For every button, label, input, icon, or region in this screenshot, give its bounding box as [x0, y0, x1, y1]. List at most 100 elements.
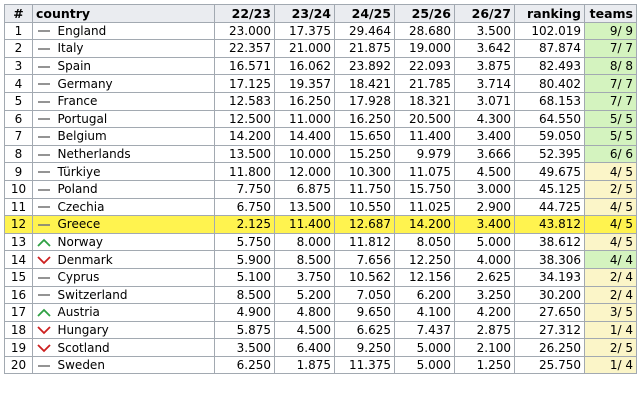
- row-season-26-27: 2.900: [454, 197, 515, 217]
- header-season-26-27[interactable]: 26/27: [454, 4, 515, 23]
- row-season-26-27: 3.666: [454, 144, 515, 164]
- row-season-26-27: 3.000: [454, 179, 515, 199]
- row-season-24-25: 7.050: [334, 285, 395, 305]
- header-season-23-24[interactable]: 23/24: [274, 4, 335, 23]
- trend-same-icon: [37, 79, 51, 89]
- row-season-23-24: 8.500: [274, 250, 335, 269]
- row-country[interactable]: Netherlands: [54, 144, 215, 164]
- row-teams: 7/ 7: [584, 39, 637, 58]
- row-country[interactable]: Sweden: [54, 355, 215, 375]
- row-season-23-24: 8.000: [274, 232, 335, 252]
- row-ranking: 52.395: [514, 144, 585, 164]
- row-season-25-26: 8.050: [394, 232, 455, 252]
- row-season-23-24: 12.000: [274, 162, 335, 181]
- row-ranking: 44.725: [514, 197, 585, 217]
- row-country[interactable]: Switzerland: [54, 285, 215, 305]
- row-index: 9: [4, 162, 33, 181]
- row-ranking: 45.125: [514, 179, 585, 199]
- row-country[interactable]: Germany: [54, 74, 215, 93]
- trend-same-icon: [37, 114, 51, 124]
- row-ranking: 80.402: [514, 74, 585, 93]
- row-ranking: 68.153: [514, 91, 585, 111]
- row-season-25-26: 12.156: [394, 267, 455, 287]
- row-season-24-25: 18.421: [334, 74, 395, 93]
- row-country[interactable]: Scotland: [54, 338, 215, 357]
- row-ranking: 59.050: [514, 127, 585, 146]
- row-season-24-25: 11.375: [334, 355, 395, 375]
- row-country[interactable]: Poland: [54, 179, 215, 199]
- row-country[interactable]: Denmark: [54, 250, 215, 269]
- row-index: 6: [4, 109, 33, 129]
- row-trend: [32, 285, 55, 305]
- table-row: 6 Portugal 12.500 11.000 16.250 20.500 4.300 64…: [4, 109, 637, 129]
- header-teams[interactable]: teams: [584, 4, 637, 23]
- row-country[interactable]: Türkiye: [54, 162, 215, 181]
- row-index: 16: [4, 285, 33, 305]
- table-row: 3 Spain 16.571 16.062 23.892 22.093 3.875 82.49…: [4, 56, 637, 76]
- row-teams: 4/ 5: [584, 232, 637, 252]
- row-trend: [32, 338, 55, 357]
- header-season-24-25[interactable]: 24/25: [334, 4, 395, 23]
- trend-same-icon: [37, 220, 51, 230]
- row-ranking: 27.312: [514, 320, 585, 340]
- table-row: 16 Switzerland 8.500 5.200 7.050 6.200 3.250 30…: [4, 285, 637, 305]
- row-season-25-26: 11.075: [394, 162, 455, 181]
- row-teams: 4/ 5: [584, 162, 637, 181]
- row-season-25-26: 19.000: [394, 39, 455, 58]
- table-row: 15 Cyprus 5.100 3.750 10.562 12.156 2.625 34.19…: [4, 267, 637, 287]
- row-country[interactable]: Norway: [54, 232, 215, 252]
- header-season-25-26[interactable]: 25/26: [394, 4, 455, 23]
- row-ranking: 27.650: [514, 303, 585, 322]
- row-index: 8: [4, 144, 33, 164]
- table-header-row: # country 22/23 23/24 24/25 25/26 26/27 …: [4, 4, 637, 23]
- trend-same-icon: [37, 185, 51, 195]
- row-season-24-25: 29.464: [334, 21, 395, 41]
- row-index: 4: [4, 74, 33, 93]
- row-season-25-26: 15.750: [394, 179, 455, 199]
- row-season-26-27: 3.250: [454, 285, 515, 305]
- row-season-25-26: 11.400: [394, 127, 455, 146]
- row-season-25-26: 5.000: [394, 338, 455, 357]
- row-season-25-26: 9.979: [394, 144, 455, 164]
- row-trend: [32, 91, 55, 111]
- row-ranking: 38.306: [514, 250, 585, 269]
- row-season-24-25: 15.250: [334, 144, 395, 164]
- row-country[interactable]: France: [54, 91, 215, 111]
- header-country[interactable]: country: [32, 4, 215, 23]
- row-country[interactable]: Italy: [54, 39, 215, 58]
- row-season-26-27: 3.400: [454, 215, 515, 234]
- row-country[interactable]: Spain: [54, 56, 215, 76]
- row-season-26-27: 4.500: [454, 162, 515, 181]
- row-season-22-23: 16.571: [214, 56, 275, 76]
- row-country[interactable]: Belgium: [54, 127, 215, 146]
- row-index: 14: [4, 250, 33, 269]
- row-season-25-26: 5.000: [394, 355, 455, 375]
- row-season-23-24: 1.875: [274, 355, 335, 375]
- row-season-24-25: 17.928: [334, 91, 395, 111]
- ranking-table: # country 22/23 23/24 24/25 25/26 26/27 …: [4, 4, 637, 375]
- row-season-25-26: 6.200: [394, 285, 455, 305]
- row-season-23-24: 13.500: [274, 197, 335, 217]
- row-ranking: 38.612: [514, 232, 585, 252]
- row-season-26-27: 3.642: [454, 39, 515, 58]
- row-ranking: 49.675: [514, 162, 585, 181]
- row-country[interactable]: Cyprus: [54, 267, 215, 287]
- row-index: 13: [4, 232, 33, 252]
- header-index[interactable]: #: [4, 4, 33, 23]
- row-teams: 2/ 4: [584, 267, 637, 287]
- row-season-25-26: 21.785: [394, 74, 455, 93]
- row-country[interactable]: England: [54, 21, 215, 41]
- row-country[interactable]: Greece: [54, 215, 215, 234]
- row-country[interactable]: Czechia: [54, 197, 215, 217]
- header-season-22-23[interactable]: 22/23: [214, 4, 275, 23]
- table-row: 5 France 12.583 16.250 17.928 18.321 3.071 68.1…: [4, 91, 637, 111]
- row-trend: [32, 250, 55, 269]
- row-season-24-25: 23.892: [334, 56, 395, 76]
- row-country[interactable]: Portugal: [54, 109, 215, 129]
- row-country[interactable]: Austria: [54, 303, 215, 322]
- row-trend: [32, 127, 55, 146]
- header-ranking[interactable]: ranking: [514, 4, 585, 23]
- row-country[interactable]: Hungary: [54, 320, 215, 340]
- row-season-26-27: 3.400: [454, 127, 515, 146]
- row-teams: 2/ 5: [584, 338, 637, 357]
